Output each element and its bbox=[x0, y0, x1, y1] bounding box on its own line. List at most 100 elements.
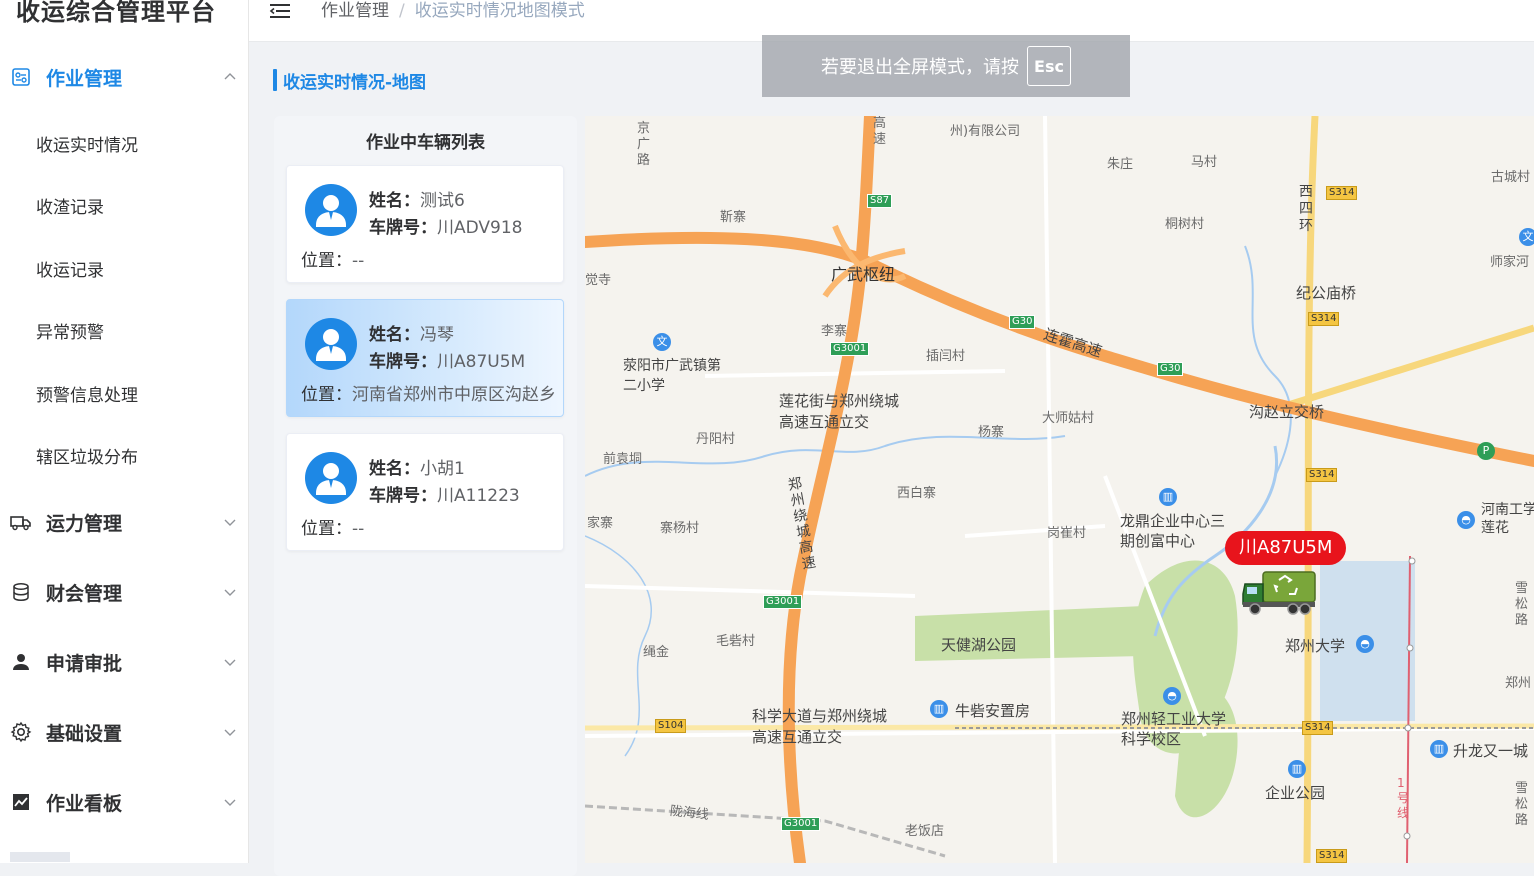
vehicle-tag[interactable]: 川A87U5M bbox=[1225, 531, 1347, 565]
vehicle-card[interactable]: 姓名：小胡1 车牌号：川A11223 位置：-- bbox=[286, 433, 564, 551]
map-label: 郑州轻工业大学科学校区 bbox=[1121, 710, 1227, 748]
road-shield: S314 bbox=[1302, 721, 1334, 735]
sidebar: 收运综合管理平台 作业管理 收运实时情况 收渣记录 收运记录 异常预警 预警信息… bbox=[0, 0, 249, 863]
road-shield: G30 bbox=[1009, 315, 1036, 329]
map-label: 觉寺 bbox=[585, 273, 612, 288]
sub-item-transport-records[interactable]: 收运记录 bbox=[0, 248, 248, 288]
vehicle-plate: 川A11223 bbox=[437, 486, 520, 506]
sub-item-realtime[interactable]: 收运实时情况 bbox=[0, 123, 248, 163]
dashboard-icon bbox=[10, 66, 32, 88]
map-view[interactable]: 广武枢纽 连霍高速 莲花街与郑州绕城高速互通立交 科学大道与郑州绕城高速互通立交… bbox=[585, 116, 1534, 863]
menu-group-approval[interactable]: 申请审批 bbox=[0, 642, 248, 682]
menu-group-label: 作业看板 bbox=[46, 792, 123, 815]
road-shield: S314 bbox=[1316, 849, 1348, 863]
building-poi-icon[interactable]: ▥ bbox=[1159, 488, 1177, 506]
database-icon bbox=[10, 581, 32, 603]
avatar-icon bbox=[305, 318, 357, 370]
building-poi-icon[interactable]: ▥ bbox=[1288, 760, 1306, 778]
chevron-down-icon bbox=[224, 799, 236, 806]
name-label: 姓名： bbox=[369, 191, 420, 211]
plate-label: 车牌号： bbox=[369, 486, 437, 506]
sub-item-garbage-distribution[interactable]: 辖区垃圾分布 bbox=[0, 435, 248, 475]
sub-item-abnormal-alert[interactable]: 异常预警 bbox=[0, 310, 248, 350]
building-poi-icon[interactable]: ▥ bbox=[1430, 740, 1448, 758]
map-label: 雪松路 bbox=[1515, 781, 1529, 828]
menu-group-capacity[interactable]: 运力管理 bbox=[0, 502, 248, 542]
menu-group-finance[interactable]: 财会管理 bbox=[0, 572, 248, 612]
map-label: 京广路 bbox=[637, 121, 651, 168]
map-label: 毛砦村 bbox=[716, 634, 756, 649]
map-label: 广武枢纽 bbox=[831, 265, 896, 284]
building-poi-icon[interactable]: ▥ bbox=[930, 700, 948, 718]
map-label: 前袁垌 bbox=[603, 452, 643, 467]
breadcrumb: 作业管理 / 收运实时情况地图模式 bbox=[321, 1, 585, 21]
school-poi-icon[interactable]: ◓ bbox=[1356, 635, 1374, 653]
map-label: 高速 bbox=[873, 116, 887, 147]
menu-group-next-partial bbox=[10, 852, 70, 862]
menu-group-label: 申请审批 bbox=[46, 652, 123, 675]
vehicle-card-selected[interactable]: 姓名：冯琴 车牌号：川A87U5M 位置：河南省郑州市中原区沟赵乡 bbox=[286, 299, 564, 417]
map-label: 荥阳市广武镇第二小学 bbox=[623, 358, 721, 394]
map-label: 1号线 bbox=[1397, 776, 1410, 820]
menu-group-board[interactable]: 作业看板 bbox=[0, 782, 248, 822]
school-poi-icon[interactable]: ◓ bbox=[1163, 687, 1181, 705]
chevron-down-icon bbox=[224, 729, 236, 736]
breadcrumb-item[interactable]: 作业管理 bbox=[321, 1, 389, 21]
school-poi-icon[interactable]: 文 bbox=[1519, 228, 1534, 246]
location-label: 位置： bbox=[301, 519, 352, 539]
avatar-icon bbox=[305, 184, 357, 236]
garbage-truck-icon[interactable] bbox=[1241, 568, 1319, 616]
menu-group-settings[interactable]: 基础设置 bbox=[0, 712, 248, 752]
vehicle-location: -- bbox=[352, 519, 365, 539]
map-label: 科学大道与郑州绕城高速互通立交 bbox=[752, 707, 888, 746]
vehicle-plate: 川A87U5M bbox=[437, 352, 526, 372]
road-shield: G30 bbox=[1157, 362, 1184, 376]
map-label: 大师姑村 bbox=[1042, 411, 1095, 426]
sub-item-alert-handling[interactable]: 预警信息处理 bbox=[0, 373, 248, 413]
map-label: 西四环 bbox=[1299, 184, 1313, 234]
menu-group-label: 基础设置 bbox=[46, 722, 123, 745]
map-label: 马村 bbox=[1191, 155, 1218, 170]
school-poi-icon[interactable]: ◓ bbox=[1457, 511, 1475, 529]
name-label: 姓名： bbox=[369, 325, 420, 345]
avatar-icon bbox=[305, 452, 357, 504]
fullscreen-toast: 若要退出全屏模式，请按 Esc bbox=[762, 35, 1130, 97]
location-label: 位置： bbox=[301, 251, 352, 271]
vehicle-location: 河南省郑州市中原区沟赵乡 bbox=[352, 385, 556, 405]
app-title: 收运综合管理平台 bbox=[16, 0, 216, 26]
map-label: 插闫村 bbox=[926, 349, 966, 364]
parking-poi-icon[interactable]: P bbox=[1477, 442, 1495, 460]
road-shield: G3001 bbox=[781, 817, 821, 831]
map-label: 州)有限公司 bbox=[950, 124, 1021, 139]
vehicle-location: -- bbox=[352, 251, 365, 271]
map-label: 寨杨村 bbox=[660, 521, 700, 536]
map-label: 西白寨 bbox=[897, 486, 937, 501]
road-shield: G3001 bbox=[830, 342, 870, 356]
map-label: 郑州大学 bbox=[1285, 637, 1346, 655]
road-shield: S314 bbox=[1306, 468, 1338, 482]
map-label: 河南工学莲花 bbox=[1481, 502, 1534, 536]
road-shield: S87 bbox=[867, 194, 893, 208]
location-label: 位置： bbox=[301, 385, 352, 405]
road-shield: G3001 bbox=[763, 595, 803, 609]
menu-group-operations[interactable]: 作业管理 bbox=[0, 57, 248, 97]
menu-group-label: 作业管理 bbox=[46, 67, 123, 90]
school-poi-icon[interactable]: 文 bbox=[653, 333, 671, 351]
map-label: 郑州 bbox=[1505, 676, 1532, 691]
section-title: 收运实时情况-地图 bbox=[273, 68, 427, 93]
menu-toggle-icon[interactable] bbox=[269, 2, 291, 20]
plate-label: 车牌号： bbox=[369, 218, 437, 238]
map-label: 朱庄 bbox=[1107, 157, 1134, 172]
chevron-down-icon bbox=[224, 589, 236, 596]
map-label: 师家河 bbox=[1490, 255, 1530, 270]
section-title-text: 收运实时情况-地图 bbox=[283, 72, 427, 93]
map-label: 升龙又一城 bbox=[1453, 742, 1529, 760]
vehicle-panel-title: 作业中车辆列表 bbox=[366, 133, 485, 153]
vehicle-plate: 川ADV918 bbox=[437, 218, 523, 238]
map-label: 家寨 bbox=[587, 516, 614, 531]
vehicle-name: 冯琴 bbox=[420, 325, 454, 345]
road-shield: S104 bbox=[655, 719, 687, 733]
sub-item-residue-records[interactable]: 收渣记录 bbox=[0, 185, 248, 225]
road-shield: S314 bbox=[1326, 186, 1358, 200]
vehicle-card[interactable]: 姓名：测试6 车牌号：川ADV918 位置：-- bbox=[286, 165, 564, 283]
